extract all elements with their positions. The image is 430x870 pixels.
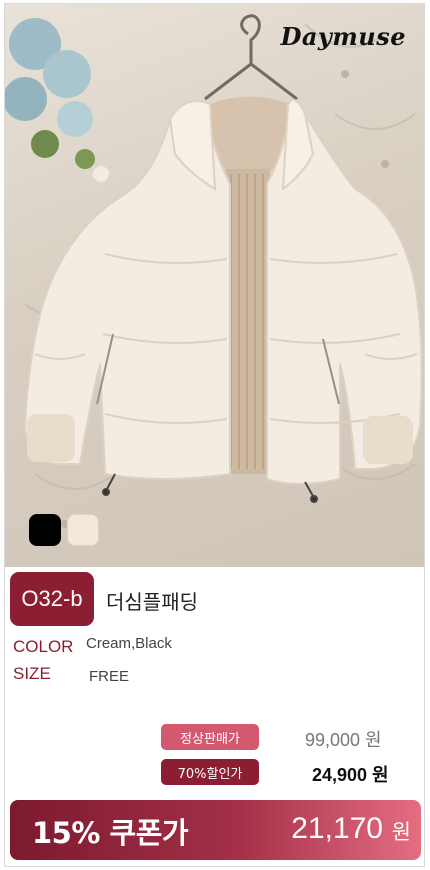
color-label: COLOR xyxy=(13,637,74,656)
size-value: FREE xyxy=(89,668,130,685)
color-value: Cream,Black xyxy=(86,635,172,652)
flower-decoration xyxy=(5,18,109,182)
coupon-label: 15% 쿠폰가 xyxy=(32,816,189,850)
coupon-price-banner[interactable]: 15% 쿠폰가 21,170 원 xyxy=(10,800,421,860)
product-photo[interactable]: Daymuse xyxy=(5,4,424,567)
color-swatch-cream[interactable] xyxy=(67,514,99,546)
discount-price-label: 70%할인가 xyxy=(161,759,259,785)
regular-price-label: 정상판매가 xyxy=(161,724,259,750)
coupon-price-unit: 원 xyxy=(391,820,411,844)
product-code-badge: O32-b xyxy=(10,572,94,626)
coupon-price: 21,170 xyxy=(291,812,383,845)
product-name[interactable]: 더심플패딩 xyxy=(106,586,198,615)
color-swatch-black[interactable] xyxy=(29,514,61,546)
size-label: SIZE xyxy=(13,664,51,683)
discount-price: 24,900 원 xyxy=(312,765,389,785)
product-card[interactable]: Daymuse O32-b 더심플패딩 COLOR Cream,Black SI… xyxy=(4,3,425,867)
jacket-illustration xyxy=(5,14,423,528)
regular-price: 99,000 원 xyxy=(305,730,382,750)
brand-logo: Daymuse xyxy=(280,22,406,51)
